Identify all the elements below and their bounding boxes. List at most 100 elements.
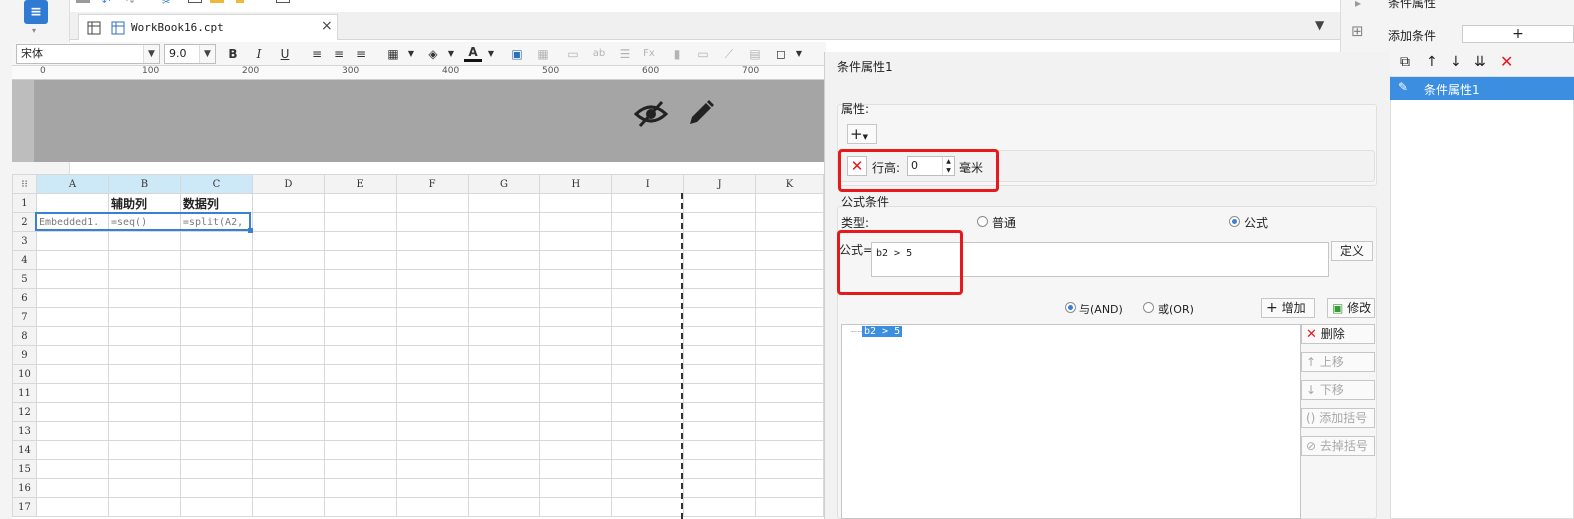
or-radio[interactable] — [1143, 302, 1154, 313]
cell[interactable] — [683, 288, 757, 308]
clear-dropdown-icon[interactable]: ▼ — [790, 45, 808, 63]
row-header[interactable]: 12 — [12, 402, 37, 422]
tab-workbook[interactable]: WorkBook16.cpt × — [78, 14, 338, 40]
cell[interactable] — [323, 497, 397, 517]
cell[interactable] — [683, 383, 757, 403]
cell[interactable] — [467, 459, 541, 479]
cell[interactable] — [755, 440, 824, 460]
cell[interactable] — [611, 269, 685, 289]
cell[interactable] — [251, 364, 325, 384]
cell[interactable] — [467, 478, 541, 498]
preview-icon[interactable] — [276, 0, 290, 3]
cell[interactable] — [107, 440, 181, 460]
merge-cells-icon[interactable]: ▣ — [508, 45, 526, 63]
cell[interactable] — [539, 193, 613, 213]
remove-property-button[interactable]: ✕ — [847, 156, 867, 176]
copy-icon[interactable]: ⧉ — [1400, 54, 1410, 70]
cell[interactable] — [539, 497, 613, 517]
cell[interactable] — [467, 193, 541, 213]
cell[interactable] — [611, 497, 685, 517]
cell[interactable] — [611, 478, 685, 498]
cell[interactable] — [35, 250, 109, 270]
column-header[interactable]: J — [683, 174, 757, 194]
add-condition-button[interactable]: + — [1462, 25, 1574, 43]
font-color-icon[interactable]: A — [464, 45, 482, 62]
redo-icon[interactable]: ↷ — [126, 0, 140, 8]
cell[interactable] — [755, 383, 824, 403]
cell[interactable] — [395, 307, 469, 327]
cell[interactable] — [539, 250, 613, 270]
cell[interactable] — [755, 231, 824, 251]
condition-tree[interactable]: ┈┈ b2 > 5 — [841, 324, 1301, 519]
cell[interactable] — [611, 402, 685, 422]
italic-button[interactable]: I — [250, 45, 268, 63]
and-radio[interactable] — [1065, 302, 1076, 313]
cell[interactable] — [755, 478, 824, 498]
cell[interactable] — [683, 345, 757, 365]
cell[interactable] — [395, 478, 469, 498]
cell[interactable] — [395, 193, 469, 213]
slash-icon[interactable]: ⟋ — [720, 45, 738, 63]
cell[interactable] — [179, 364, 253, 384]
cell[interactable] — [467, 250, 541, 270]
cell[interactable] — [251, 250, 325, 270]
cell[interactable] — [755, 364, 824, 384]
remove-bracket-button[interactable]: ⊘ 去掉括号 — [1301, 436, 1375, 456]
column-header[interactable]: H — [539, 174, 613, 194]
row-header[interactable]: 8 — [12, 326, 37, 346]
cell[interactable] — [611, 288, 685, 308]
cell[interactable] — [323, 402, 397, 422]
cell[interactable] — [683, 326, 757, 346]
cell[interactable] — [323, 269, 397, 289]
cell[interactable] — [395, 231, 469, 251]
cell[interactable] — [179, 250, 253, 270]
cell[interactable] — [35, 478, 109, 498]
cell[interactable] — [755, 402, 824, 422]
cell[interactable] — [107, 497, 181, 517]
define-button[interactable]: 定义 — [1331, 241, 1373, 261]
cell[interactable] — [35, 402, 109, 422]
cell[interactable] — [395, 402, 469, 422]
cell[interactable] — [395, 459, 469, 479]
cell[interactable] — [755, 193, 824, 213]
paste-icon[interactable] — [210, 0, 224, 3]
cell[interactable] — [107, 269, 181, 289]
cell[interactable] — [539, 421, 613, 441]
cell[interactable] — [683, 231, 757, 251]
font-color-dropdown-icon[interactable]: ▼ — [482, 45, 500, 63]
cell[interactable] — [395, 440, 469, 460]
cell[interactable] — [323, 383, 397, 403]
cell[interactable] — [323, 288, 397, 308]
cell[interactable] — [35, 231, 109, 251]
align-left-icon[interactable]: ≡ — [308, 45, 326, 63]
column-header[interactable]: B — [107, 174, 181, 194]
cell[interactable] — [683, 497, 757, 517]
cell[interactable] — [107, 364, 181, 384]
move-bottom-icon[interactable]: ⇊ — [1474, 54, 1486, 70]
report-designer-logo-icon[interactable]: ≡ — [24, 0, 48, 24]
cell[interactable] — [107, 307, 181, 327]
condition-node[interactable]: b2 > 5 — [862, 326, 903, 337]
delete-icon[interactable]: ✕ — [1500, 52, 1513, 71]
type-formula-radio[interactable] — [1229, 216, 1240, 227]
align-right-icon[interactable]: ≡ — [352, 45, 370, 63]
align-center-icon[interactable]: ≡ — [330, 45, 348, 63]
cell[interactable] — [683, 307, 757, 327]
save-icon[interactable] — [76, 0, 90, 3]
cell[interactable] — [323, 212, 397, 232]
cell[interactable] — [323, 193, 397, 213]
column-header[interactable]: C — [179, 174, 253, 194]
cell[interactable] — [539, 459, 613, 479]
cell[interactable]: =split(A2, — [179, 212, 253, 232]
cell[interactable] — [467, 326, 541, 346]
pencil-icon[interactable] — [686, 98, 716, 131]
cell[interactable] — [179, 421, 253, 441]
column-header[interactable]: E — [323, 174, 397, 194]
column-header[interactable]: F — [395, 174, 469, 194]
cell[interactable] — [611, 364, 685, 384]
cell[interactable] — [755, 345, 824, 365]
cell[interactable] — [179, 345, 253, 365]
cell[interactable] — [467, 383, 541, 403]
cell[interactable] — [467, 497, 541, 517]
cell[interactable] — [755, 250, 824, 270]
